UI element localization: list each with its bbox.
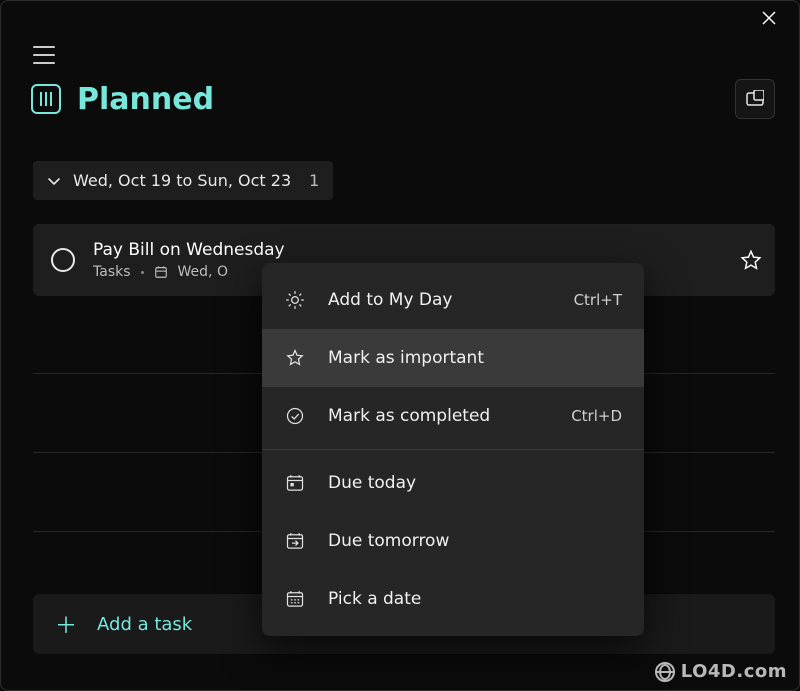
watermark: LO4D.com (655, 661, 787, 682)
menu-item-label: Pick a date (328, 589, 622, 609)
app-window: Planned Wed, Oct 19 to Sun, Oct 23 1 Pay… (0, 0, 800, 691)
calendar-small-icon (154, 265, 168, 279)
watermark-text: LO4D.com (681, 661, 787, 682)
menu-pick-date[interactable]: Pick a date (262, 570, 644, 628)
planned-list-icon (31, 84, 61, 114)
date-group-label: Wed, Oct 19 to Sun, Oct 23 (73, 171, 291, 190)
complete-checkbox[interactable] (51, 248, 75, 272)
add-task-label: Add a task (97, 614, 192, 635)
page-title: Planned (77, 82, 214, 117)
titlebar (1, 1, 799, 35)
chevron-down-icon (47, 174, 61, 188)
panel-icon (746, 90, 764, 108)
menu-item-label: Due today (328, 473, 622, 493)
star-icon (284, 347, 306, 369)
globe-icon (655, 662, 675, 682)
menu-due-today[interactable]: Due today (262, 454, 644, 512)
calendar-today-icon (284, 472, 306, 494)
menu-item-shortcut: Ctrl+D (571, 407, 622, 425)
date-group-header[interactable]: Wed, Oct 19 to Sun, Oct 23 1 (33, 161, 333, 200)
menu-item-label: Mark as important (328, 348, 600, 368)
mark-important-star[interactable] (733, 242, 769, 278)
hamburger-menu-button[interactable] (33, 39, 65, 71)
menu-separator (262, 449, 644, 450)
task-metadata: Tasks Wed, O (93, 264, 285, 280)
sun-icon (284, 289, 306, 311)
task-due-date: Wed, O (178, 264, 228, 280)
menu-item-label: Add to My Day (328, 290, 552, 310)
page-header: Planned (31, 79, 775, 119)
window-close-button[interactable] (749, 1, 789, 35)
close-icon (762, 11, 776, 25)
star-outline-icon (740, 249, 762, 271)
menu-add-to-my-day[interactable]: Add to My Day Ctrl+T (262, 271, 644, 329)
check-circle-icon (284, 405, 306, 427)
task-text-block: Pay Bill on Wednesday Tasks Wed, O (93, 240, 285, 280)
toggle-suggestions-button[interactable] (735, 79, 775, 119)
menu-item-label: Mark as completed (328, 406, 549, 426)
calendar-tomorrow-icon (284, 530, 306, 552)
menu-due-tomorrow[interactable]: Due tomorrow (262, 512, 644, 570)
task-title: Pay Bill on Wednesday (93, 240, 285, 260)
task-list-name: Tasks (93, 264, 131, 280)
menu-mark-important[interactable]: Mark as important (262, 329, 644, 387)
menu-item-label: Due tomorrow (328, 531, 622, 551)
date-group-count: 1 (309, 171, 319, 190)
menu-mark-completed[interactable]: Mark as completed Ctrl+D (262, 387, 644, 445)
task-context-menu: Add to My Day Ctrl+T Mark as important M… (262, 263, 644, 636)
calendar-pick-icon (284, 588, 306, 610)
meta-separator-dot (141, 271, 144, 274)
plus-icon: ＋ (55, 608, 77, 640)
menu-item-shortcut: Ctrl+T (574, 291, 622, 309)
